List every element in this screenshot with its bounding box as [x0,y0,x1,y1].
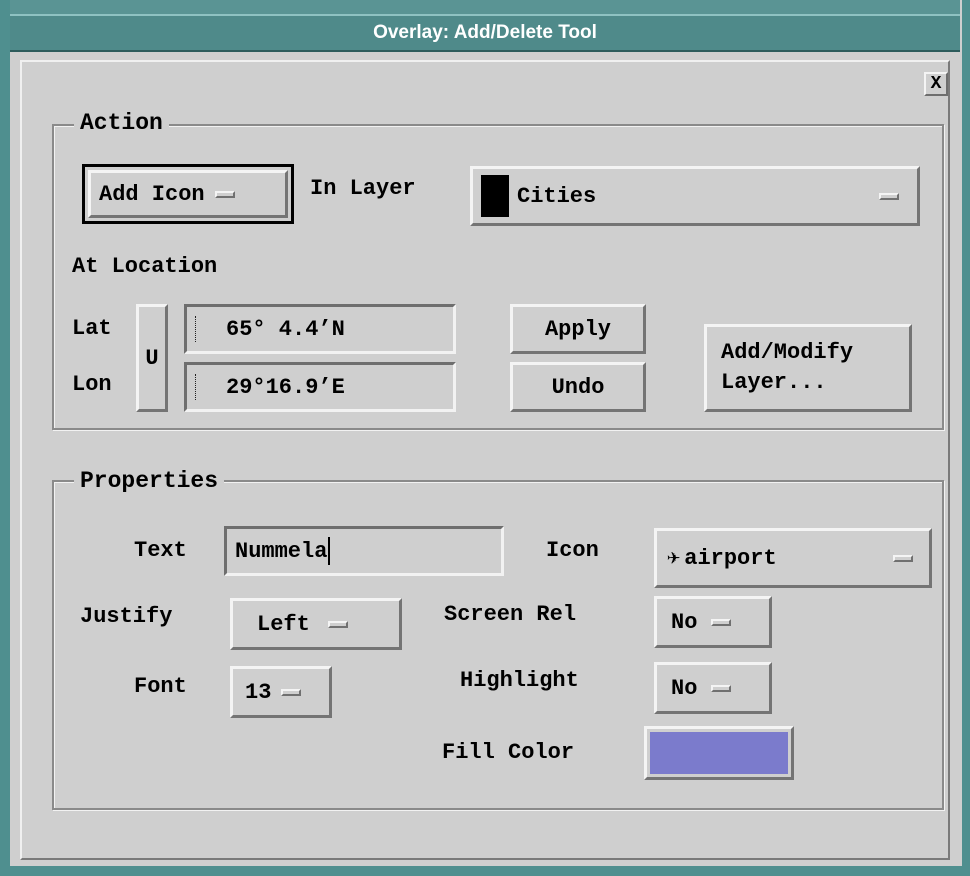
undo-button[interactable]: Undo [510,362,646,412]
layer-menu-label: Cities [517,183,597,209]
screen-rel-label: Screen Rel [444,602,577,627]
add-modify-layer-button[interactable]: Add/Modify Layer... [704,324,912,412]
close-button[interactable]: X [924,72,948,96]
font-menu-button[interactable]: 13 [230,666,332,718]
icon-label: Icon [546,538,599,563]
highlight-label: Highlight [460,668,579,693]
apply-button-label: Apply [544,316,611,342]
icon-menu-button[interactable]: ✈ airport [654,528,932,588]
option-menu-indicator-icon [893,554,913,562]
fill-color-label: Fill Color [442,740,575,765]
option-menu-indicator-icon [281,688,302,696]
units-button-label: U [145,345,159,371]
window-frame-top[interactable] [10,0,960,15]
font-menu-label: 13 [245,679,272,705]
fill-color-button[interactable] [644,726,794,780]
undo-button-label: Undo [551,374,605,400]
screen-rel-menu-label: No [671,609,698,635]
text-input-value: Nummela [235,538,328,564]
text-input[interactable]: Nummela [224,526,504,576]
lat-field[interactable]: 65° 4.4’N [184,304,456,354]
window-title: Overlay: Add/Delete Tool [373,22,597,43]
airplane-icon: ✈ [667,546,681,571]
mode-menu-button[interactable]: Add Icon [82,164,294,224]
add-modify-layer-label-line1: Add/Modify [721,340,854,365]
mode-menu-label: Add Icon [99,181,205,207]
text-cursor-icon [195,316,200,342]
icon-menu-label: airport [684,545,777,571]
text-label: Text [134,538,187,563]
text-cursor-icon [195,374,200,400]
layer-menu-button[interactable]: Cities [470,166,920,226]
layer-color-swatch [481,175,509,217]
option-menu-indicator-icon [879,192,899,200]
justify-menu-button[interactable]: Left [230,598,402,650]
in-layer-label: In Layer [310,176,416,201]
window-frame-left[interactable] [0,0,10,876]
action-group-title: Action [74,110,169,136]
fill-color-swatch [650,732,788,774]
at-location-label: At Location [72,254,218,279]
window-title-bar[interactable]: Overlay: Add/Delete Tool [10,14,960,52]
highlight-menu-button[interactable]: No [654,662,772,714]
option-menu-indicator-icon [214,190,235,198]
close-icon: X [930,74,942,94]
add-modify-layer-label-line2: Layer... [721,370,827,395]
properties-group-title: Properties [74,468,225,494]
window-frame-right[interactable] [962,0,970,876]
units-button[interactable]: U [136,304,168,412]
lat-value: 65° 4.4’N [226,316,345,342]
justify-label: Justify [80,604,173,629]
option-menu-indicator-icon [711,618,732,626]
font-label: Font [134,674,187,699]
screen-rel-menu-button[interactable]: No [654,596,772,648]
text-cursor-icon [328,537,331,565]
lon-field[interactable]: 29°16.9’E [184,362,456,412]
apply-button[interactable]: Apply [510,304,646,354]
lat-label: Lat [72,316,112,341]
lon-value: 29°16.9’E [226,374,345,400]
overlay-window: Overlay: Add/Delete Tool X Action Add Ic… [0,0,970,876]
justify-menu-label: Left [257,611,310,637]
option-menu-indicator-icon [711,684,732,692]
option-menu-indicator-icon [327,620,348,628]
highlight-menu-label: No [671,675,698,701]
window-frame-bottom[interactable] [0,866,970,876]
lon-label: Lon [72,372,112,397]
